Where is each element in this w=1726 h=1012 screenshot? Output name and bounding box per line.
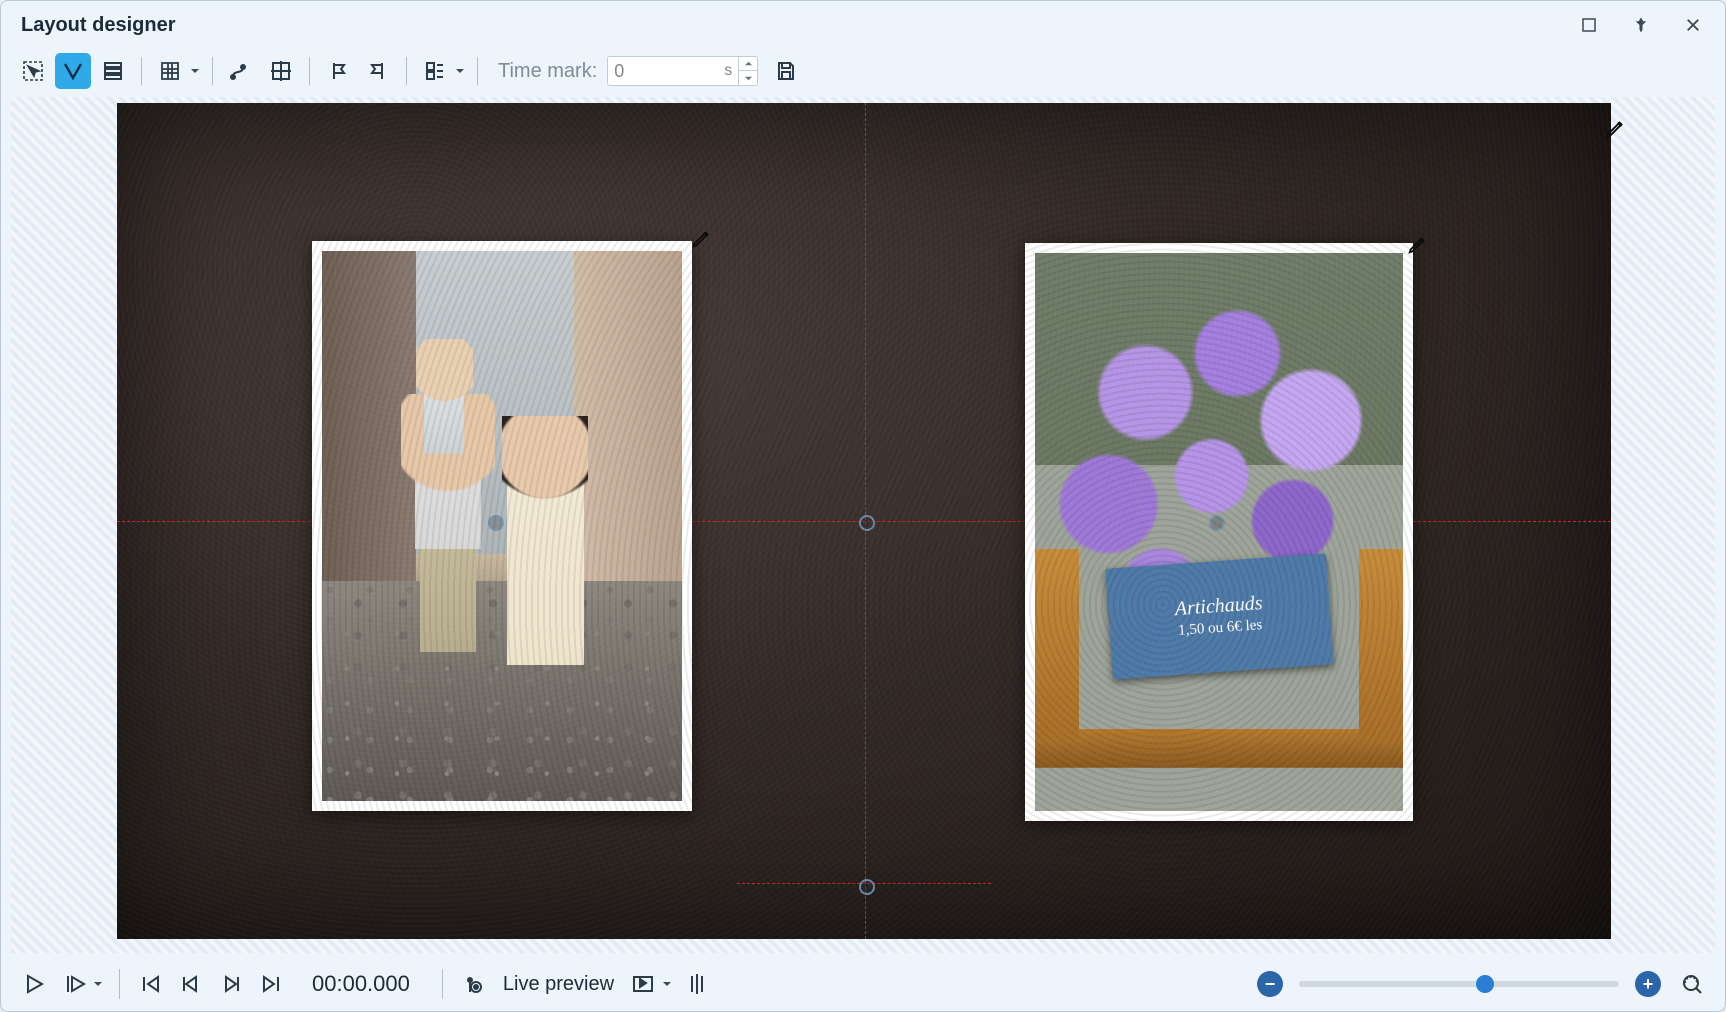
toolbar-separator [477,57,478,85]
grid-dropdown-caret[interactable] [188,53,202,89]
zoom-slider[interactable] [1299,981,1619,987]
preview-window-button[interactable] [626,967,660,1001]
compare-button[interactable] [680,967,714,1001]
window-title: Layout designer [21,14,175,37]
next-frame-button[interactable] [214,967,248,1001]
flag-left-tool-button[interactable] [320,53,356,89]
toolbar-separator [406,57,407,85]
play-from-cursor-button[interactable] [57,967,91,1001]
seek-end-button[interactable] [254,967,288,1001]
sign-line2: 1,50 ou 6€ les [1177,618,1262,641]
preview-dropdown-caret[interactable] [660,966,674,1002]
time-spin-down[interactable] [739,71,757,85]
edit-pencil-icon[interactable] [691,227,713,249]
bottom-separator [119,969,120,999]
bottom-separator [442,969,443,999]
play-mode-dropdown-caret[interactable] [91,966,105,1002]
zoom-slider-thumb[interactable] [1476,975,1494,993]
time-mark-input-wrap[interactable]: s [607,56,758,86]
playback-bar: 00:00.000 Live preview − + [1,957,1725,1011]
anchor-marker-right[interactable] [1209,515,1225,531]
live-preview-label: Live preview [503,973,614,996]
save-tool-button[interactable] [768,53,804,89]
path-tool-button[interactable] [223,53,259,89]
anchor-marker-left[interactable] [488,515,504,531]
play-button[interactable] [17,967,51,1001]
maximize-button[interactable] [1577,13,1601,37]
vector-tool-button[interactable] [55,53,91,89]
photo-artichokes[interactable]: Artichauds 1,50 ou 6€ les [1025,243,1413,821]
layers-tool-button[interactable] [95,53,131,89]
time-spin-up[interactable] [739,57,757,71]
close-button[interactable] [1681,13,1705,37]
zoom-in-button[interactable]: + [1635,971,1661,997]
time-mark-label: Time mark: [498,60,597,83]
canvas-area[interactable]: Artichauds 1,50 ou 6€ les [11,97,1715,953]
photo-artichokes-image: Artichauds 1,50 ou 6€ les [1035,253,1403,811]
pin-button[interactable] [1629,13,1653,37]
align-tool-button[interactable] [417,53,453,89]
edit-pencil-icon[interactable] [1605,117,1627,139]
grid-tool-button[interactable] [152,53,188,89]
align-dropdown-caret[interactable] [453,53,467,89]
toolbar: Time mark: s [1,49,1725,93]
crop-tool-button[interactable] [263,53,299,89]
layout-designer-window: Layout designer [0,0,1726,1012]
toolbar-separator [212,57,213,85]
toolbar-separator [141,57,142,85]
timecode: 00:00.000 [312,971,410,997]
canvas[interactable]: Artichauds 1,50 ou 6€ les [117,103,1611,939]
flag-right-tool-button[interactable] [360,53,396,89]
live-preview-toggle[interactable] [457,967,491,1001]
edit-pencil-icon[interactable] [1407,233,1429,255]
window-controls [1577,13,1705,37]
prev-frame-button[interactable] [174,967,208,1001]
zoom-out-button[interactable]: − [1257,971,1283,997]
select-tool-button[interactable] [15,53,51,89]
anchor-marker-center[interactable] [859,515,875,531]
anchor-marker-bottom[interactable] [859,879,875,895]
titlebar: Layout designer [1,1,1725,49]
time-mark-unit: s [718,62,738,80]
zoom-fit-button[interactable] [1675,967,1709,1001]
toolbar-separator [309,57,310,85]
time-mark-input[interactable] [608,57,718,85]
seek-start-button[interactable] [134,967,168,1001]
